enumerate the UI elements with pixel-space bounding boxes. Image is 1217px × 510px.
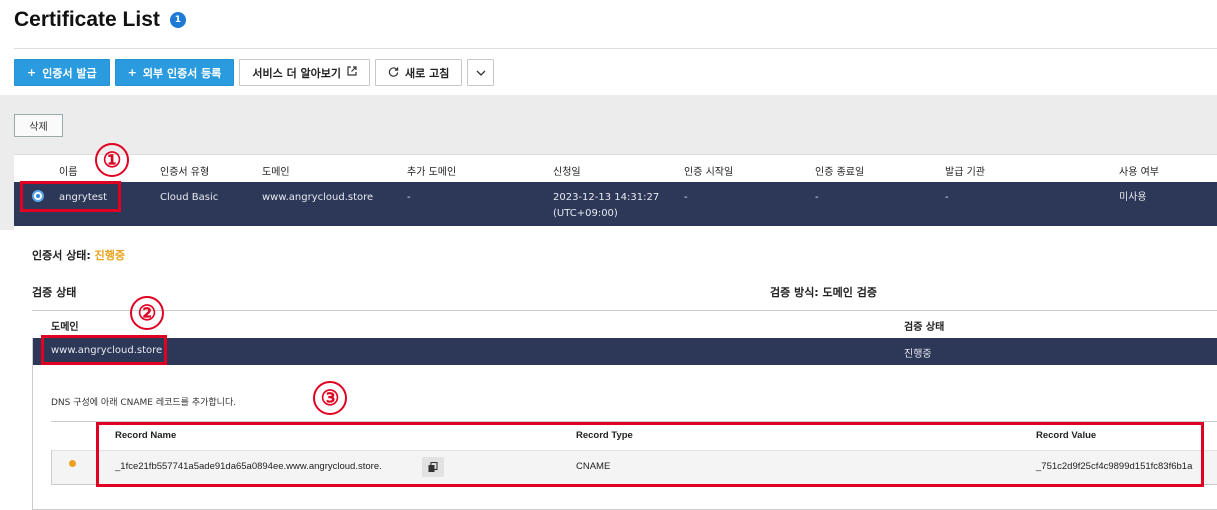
issue-certificate-label: 인증서 발급 (42, 66, 97, 80)
plus-icon: + (27, 66, 37, 79)
cert-end-date: - (815, 192, 819, 203)
refresh-button[interactable]: 새로 고침 (375, 59, 463, 86)
col-extra-domain[interactable]: 추가 도메인 (407, 163, 456, 178)
col-usage[interactable]: 사용 여부 (1119, 163, 1159, 178)
cert-status: 인증서 상태: 진행중 (32, 247, 125, 263)
annotation-box-2 (41, 335, 167, 365)
title-row: Certificate List 1 (14, 8, 186, 32)
verify-method: 검증 방식: 도메인 검증 (770, 286, 877, 299)
col-type[interactable]: 인증서 유형 (160, 163, 209, 178)
verify-title: 검증 상태 (32, 286, 77, 299)
domain-row[interactable]: www.angrycloud.store 진행중 (33, 338, 1217, 365)
col-issuer[interactable]: 발급 기관 (945, 163, 985, 178)
cert-status-label: 인증서 상태: (32, 249, 91, 262)
toolbar: + 인증서 발급 + 외부 인증서 등록 서비스 더 알아보기 새로 고침 (14, 59, 495, 86)
title-divider (14, 48, 1217, 49)
col-verify-domain: 도메인 (51, 322, 79, 333)
chevron-down-icon (476, 66, 486, 79)
cert-status-value: 진행중 (94, 249, 126, 262)
annotation-box-3 (96, 422, 1204, 487)
learn-more-label: 서비스 더 알아보기 (252, 66, 341, 80)
register-external-label: 외부 인증서 등록 (142, 66, 222, 80)
verify-status: 진행중 (904, 349, 932, 360)
table-row[interactable]: angrytest Cloud Basic www.angrycloud.sto… (14, 182, 1217, 226)
register-external-button[interactable]: + 외부 인증서 등록 (114, 59, 235, 86)
more-dropdown-button[interactable] (467, 59, 495, 86)
page-title: Certificate List (14, 8, 160, 31)
annotation-marker-3: ③ (313, 381, 347, 415)
col-name[interactable]: 이름 (59, 163, 77, 178)
annotation-box-1 (20, 181, 121, 212)
table-header: 이름 인증서 유형 도메인 추가 도메인 신청일 인증 시작일 인증 종료일 발… (14, 154, 1217, 182)
annotation-marker-1: ① (95, 143, 129, 177)
learn-more-button[interactable]: 서비스 더 알아보기 (239, 59, 370, 86)
cert-start-date: - (684, 192, 688, 203)
col-domain[interactable]: 도메인 (262, 163, 290, 178)
external-link-icon (347, 66, 357, 79)
cert-usage: 미사용 (1119, 192, 1147, 203)
col-start-date[interactable]: 인증 시작일 (684, 163, 733, 178)
cert-domain: www.angrycloud.store (262, 192, 374, 203)
annotation-marker-2: ② (130, 296, 164, 330)
cert-type: Cloud Basic (160, 192, 219, 203)
cert-requested-tz: (UTC+09:00) (553, 208, 618, 219)
refresh-icon (388, 66, 399, 80)
cert-extra-domain: - (407, 192, 411, 203)
plus-icon: + (127, 66, 137, 79)
cert-issuer: - (945, 192, 949, 203)
dns-description: DNS 구성에 아래 CNAME 레코드를 추가합니다. (51, 398, 237, 408)
pending-status-dot (69, 460, 76, 467)
col-requested-date[interactable]: 신청일 (553, 163, 581, 178)
delete-button[interactable]: 삭제 (14, 114, 63, 137)
refresh-label: 새로 고침 (405, 66, 450, 80)
cert-requested-date: 2023-12-13 14:31:27 (553, 192, 660, 203)
col-end-date[interactable]: 인증 종료일 (815, 163, 864, 178)
col-verify-status: 검증 상태 (904, 322, 945, 333)
domain-table-header: 도메인 검증 상태 (32, 311, 1217, 338)
issue-certificate-button[interactable]: + 인증서 발급 (14, 59, 110, 86)
info-badge[interactable]: 1 (169, 12, 186, 28)
